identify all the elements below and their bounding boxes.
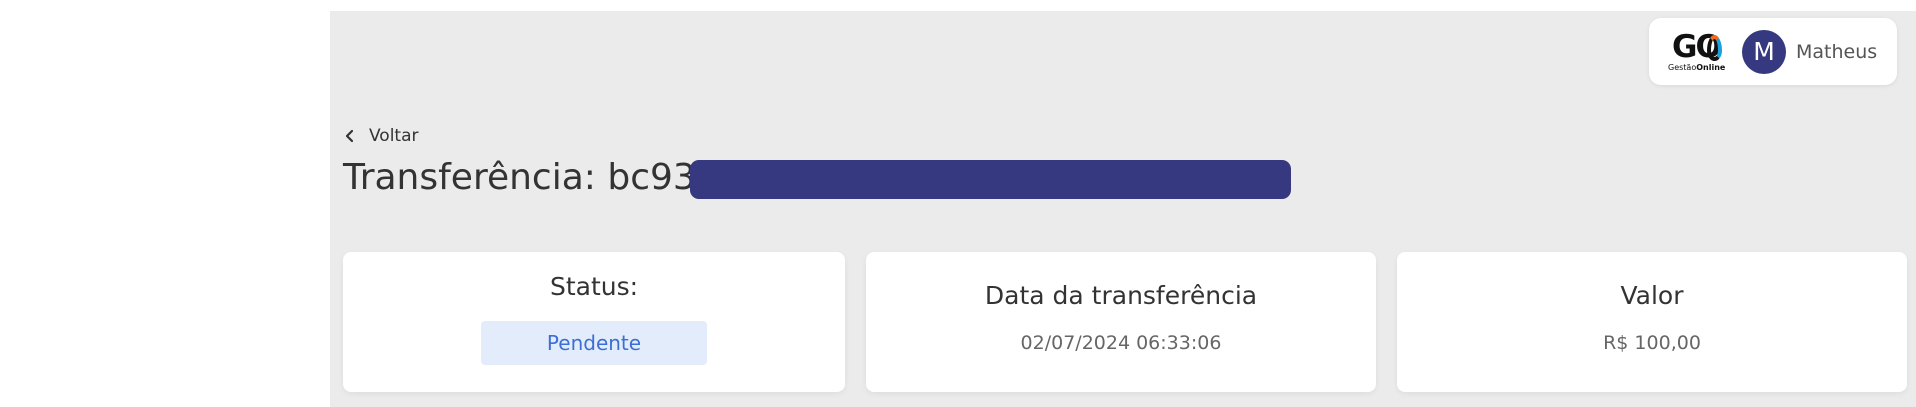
amount-value: R$ 100,00 bbox=[1603, 332, 1701, 354]
logo-subtitle: GestãoOnline bbox=[1668, 62, 1726, 72]
redacted-block bbox=[690, 160, 1291, 199]
amount-card: Valor R$ 100,00 bbox=[1397, 252, 1907, 392]
transfer-date-card: Data da transferência 02/07/2024 06:33:0… bbox=[866, 252, 1376, 392]
username[interactable]: Matheus bbox=[1796, 41, 1877, 63]
transfer-date-value: 02/07/2024 06:33:06 bbox=[1020, 332, 1222, 354]
sidebar bbox=[0, 11, 330, 407]
status-card: Status: Pendente bbox=[343, 252, 845, 392]
top-strip bbox=[0, 0, 1916, 11]
amount-label: Valor bbox=[1620, 281, 1684, 310]
chevron-left-icon bbox=[345, 129, 354, 143]
user-card[interactable]: GO GestãoOnline M Matheus bbox=[1649, 18, 1897, 85]
page-title: Transferência: bc93 bbox=[343, 157, 696, 198]
avatar[interactable]: M bbox=[1742, 29, 1786, 74]
back-link[interactable]: Voltar bbox=[343, 126, 419, 146]
transfer-date-label: Data da transferência bbox=[984, 281, 1258, 310]
back-label: Voltar bbox=[369, 126, 419, 146]
status-badge: Pendente bbox=[481, 321, 707, 365]
gestao-online-logo: GO GestãoOnline bbox=[1668, 28, 1730, 76]
status-label: Status: bbox=[549, 272, 639, 301]
